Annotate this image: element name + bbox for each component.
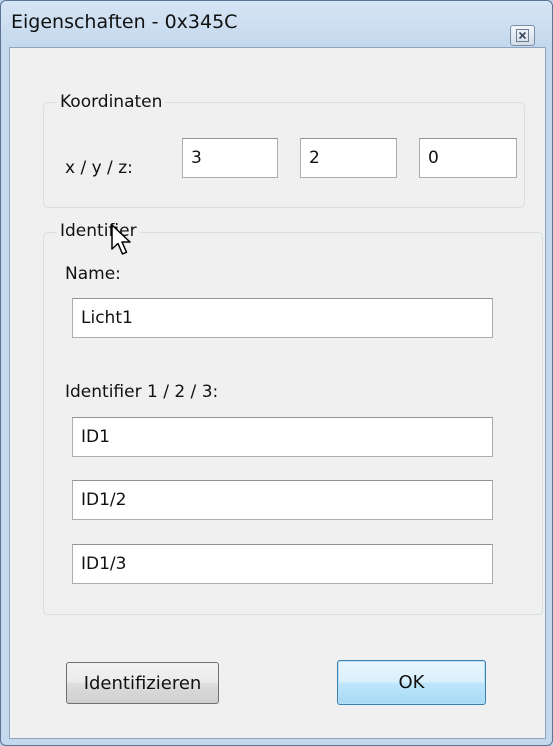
title-bar[interactable]: Eigenschaften - 0x345C [1,1,552,47]
name-label: Name: [65,264,121,284]
z-coordinate-field[interactable]: 0 [419,138,517,178]
xyz-label: x / y / z: [65,158,133,178]
identifier-1-field[interactable]: ID1 [72,417,493,457]
identifier-2-field[interactable]: ID1/2 [72,480,493,520]
dialog-client-area: Koordinaten x / y / z: 3 2 0 Identifier … [9,47,546,739]
close-button[interactable] [510,25,535,46]
close-icon [516,29,529,42]
koordinaten-legend: Koordinaten [57,92,166,112]
name-field[interactable]: Licht1 [72,298,493,338]
y-coordinate-field[interactable]: 2 [300,138,397,178]
identifier-123-label: Identifier 1 / 2 / 3: [65,382,219,402]
identify-button[interactable]: Identifizieren [66,662,219,704]
ok-button[interactable]: OK [337,660,486,705]
identifier-3-field[interactable]: ID1/3 [72,544,493,584]
window-title: Eigenschaften - 0x345C [11,11,238,33]
x-coordinate-field[interactable]: 3 [182,138,278,178]
properties-dialog: Eigenschaften - 0x345C Koordinaten x / y… [0,0,553,746]
mouse-pointer-icon [111,224,131,255]
